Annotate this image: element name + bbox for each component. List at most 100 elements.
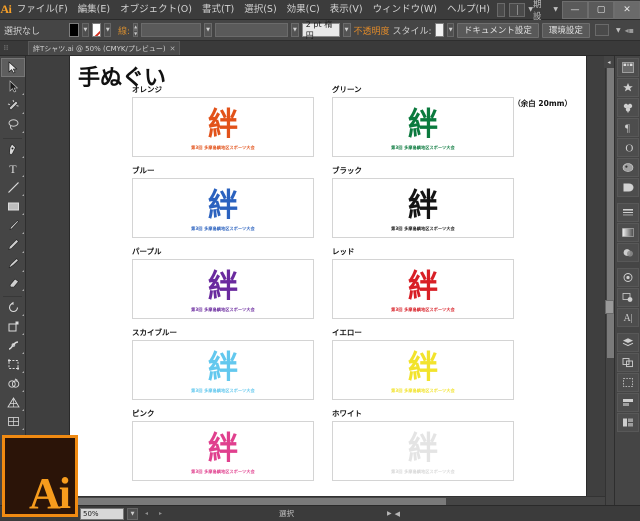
next-artboard-button[interactable]: ▸ [155, 508, 166, 520]
variant-cell-sky-blue[interactable]: スカイブルー 絆 第3回 多摩島嶼地区スポーツ大会 [132, 327, 314, 400]
lasso-tool[interactable] [1, 115, 25, 134]
workspace-chevron-down-icon[interactable]: ▼ [553, 6, 558, 13]
panel-gradient[interactable] [617, 223, 639, 242]
opacity-label[interactable]: 不透明度 [354, 24, 390, 37]
arrange-documents-icon[interactable] [509, 2, 526, 17]
zoom-chevron-down-icon[interactable]: ▼ [127, 507, 138, 520]
stroke-color-swatch[interactable] [91, 23, 102, 37]
panel-swatches[interactable] [617, 178, 639, 197]
menu-help[interactable]: ヘルプ(H) [442, 0, 495, 20]
free-transform-tool[interactable] [1, 355, 25, 374]
fill-dropdown-icon[interactable]: ▼ [82, 23, 89, 37]
towel-preview[interactable]: 絆 第3回 多摩島嶼地区スポーツ大会 [332, 259, 514, 319]
dock-collapse-button[interactable]: ◂ [604, 56, 614, 68]
panel-color-guide[interactable] [617, 78, 639, 97]
panel-character[interactable] [617, 158, 639, 177]
menu-edit[interactable]: 編集(E) [73, 0, 115, 20]
panel-pathfinder[interactable] [617, 353, 639, 372]
dock-scroll-thumb[interactable] [605, 300, 614, 314]
stroke-profile-value[interactable]: 2 pt 楕円 [301, 20, 340, 40]
towel-preview[interactable]: 絆 第3回 多摩島嶼地区スポーツ大会 [132, 259, 314, 319]
panel-brushes[interactable] [617, 98, 639, 117]
panel-graphic-styles[interactable] [617, 288, 639, 307]
variant-cell-red[interactable]: レッド 絆 第3回 多摩島嶼地区スポーツ大会 [332, 246, 514, 319]
panel-links[interactable] [617, 413, 639, 432]
type-tool[interactable]: T [1, 159, 25, 178]
close-icon[interactable]: ✕ [170, 45, 176, 53]
vertical-scrollbar[interactable] [605, 56, 614, 505]
selection-tool[interactable] [1, 58, 25, 77]
variant-cell-green[interactable]: グリーン 絆 第3回 多摩島嶼地区スポーツ大会 [332, 84, 514, 157]
stroke-dropdown-icon[interactable]: ▼ [104, 23, 112, 37]
blob-brush-tool[interactable] [1, 254, 25, 273]
stroke-profile-chevron-down-icon[interactable]: ▼ [342, 23, 351, 37]
panel-type[interactable]: A| [617, 308, 639, 327]
menu-view[interactable]: 表示(V) [325, 0, 368, 20]
document-setup-button[interactable]: ドキュメント設定 [456, 22, 539, 38]
shape-builder-tool[interactable] [1, 374, 25, 393]
horizontal-scroll-thumb[interactable] [66, 498, 446, 505]
stroke-weight-input[interactable] [141, 23, 202, 37]
width-tool[interactable] [1, 336, 25, 355]
brush-definition-input[interactable] [215, 23, 288, 37]
menu-type[interactable]: 書式(T) [197, 0, 239, 20]
horizontal-scrollbar[interactable] [26, 496, 605, 505]
align-icon[interactable] [594, 24, 609, 36]
stroke-weight-chevron-down-icon[interactable]: ▼ [204, 23, 213, 37]
menu-object[interactable]: オブジェクト(O) [115, 0, 197, 20]
variant-cell-yellow[interactable]: イエロー 絆 第3回 多摩島嶼地区スポーツ大会 [332, 327, 514, 400]
direct-selection-tool[interactable] [1, 77, 25, 96]
rectangle-tool[interactable] [1, 197, 25, 216]
pen-tool[interactable] [1, 140, 25, 159]
perspective-grid-tool[interactable] [1, 393, 25, 412]
paintbrush-tool[interactable] [1, 216, 25, 235]
stroke-weight-stepper[interactable]: ▲ ▼ [133, 23, 139, 37]
panel-symbols[interactable]: ¶ [617, 118, 639, 137]
magic-wand-tool[interactable] [1, 96, 25, 115]
menu-file[interactable]: ファイル(F) [12, 0, 73, 20]
variant-cell-black[interactable]: ブラック 絆 第3回 多摩島嶼地区スポーツ大会 [332, 165, 514, 238]
minimize-button[interactable]: — [562, 0, 588, 19]
panel-transform[interactable] [617, 373, 639, 392]
panel-paragraph-styles[interactable]: O [617, 138, 639, 157]
preferences-button[interactable]: 環境設定 [541, 22, 590, 38]
menu-window[interactable]: ウィンドウ(W) [368, 0, 442, 20]
panel-stroke[interactable] [617, 203, 639, 222]
brush-definition-chevron-down-icon[interactable]: ▼ [290, 23, 299, 37]
panel-color[interactable] [617, 58, 639, 77]
variant-cell-white[interactable]: ホワイト 絆 第3回 多摩島嶼地区スポーツ大会 [332, 408, 514, 481]
variant-cell-pink[interactable]: ピンク 絆 第3回 多摩島嶼地区スポーツ大会 [132, 408, 314, 481]
style-chevron-down-icon[interactable]: ▼ [447, 23, 454, 37]
variant-cell-blue[interactable]: ブルー 絆 第3回 多摩島嶼地区スポーツ大会 [132, 165, 314, 238]
towel-preview[interactable]: 絆 第3回 多摩島嶼地区スポーツ大会 [132, 340, 314, 400]
rotate-tool[interactable] [1, 298, 25, 317]
status-left-chevron-icon[interactable]: ◀ [395, 510, 400, 518]
towel-preview[interactable]: 絆 第3回 多摩島嶼地区スポーツ大会 [332, 97, 514, 157]
towel-preview[interactable]: 絆 第3回 多摩島嶼地区スポーツ大会 [132, 178, 314, 238]
tab-bar-grip-icon[interactable]: ⁞⁞ [0, 41, 12, 56]
menu-effect[interactable]: 効果(C) [282, 0, 325, 20]
mesh-tool[interactable] [1, 412, 25, 431]
panel-layers[interactable] [617, 333, 639, 352]
pencil-tool[interactable] [1, 235, 25, 254]
towel-preview[interactable]: 絆 第3回 多摩島嶼地区スポーツ大会 [332, 178, 514, 238]
scale-tool[interactable] [1, 317, 25, 336]
towel-preview[interactable]: 絆 第3回 多摩島嶼地区スポーツ大会 [132, 97, 314, 157]
panel-transparency[interactable] [617, 243, 639, 262]
eraser-tool[interactable] [1, 273, 25, 292]
towel-preview[interactable]: 絆 第3回 多摩島嶼地区スポーツ大会 [332, 421, 514, 481]
canvas-area[interactable]: 手ぬぐい W900×H340mm 程度（余白 20mm） オレンジ 絆 第3回 … [26, 56, 614, 505]
menu-select[interactable]: 選択(S) [239, 0, 281, 20]
fill-color-swatch[interactable] [69, 23, 80, 37]
maximize-button[interactable]: ▢ [588, 0, 614, 19]
panel-appearance[interactable] [617, 268, 639, 287]
variant-cell-purple[interactable]: パープル 絆 第3回 多摩島嶼地区スポーツ大会 [132, 246, 314, 319]
towel-preview[interactable]: 絆 第3回 多摩島嶼地区スポーツ大会 [132, 421, 314, 481]
variant-cell-orange[interactable]: オレンジ 絆 第3回 多摩島嶼地区スポーツ大会 [132, 84, 314, 157]
align-chevron-down-icon[interactable]: ▼ [616, 27, 621, 34]
document-tab[interactable]: 絆Tシャツ.ai @ 50% (CMYK/プレビュー) ✕ [28, 41, 181, 55]
bridge-icon[interactable] [497, 2, 506, 17]
towel-preview[interactable]: 絆 第3回 多摩島嶼地区スポーツ大会 [332, 340, 514, 400]
zoom-level-input[interactable]: 50% [80, 507, 124, 520]
prev-artboard-button[interactable]: ◂ [141, 508, 152, 520]
